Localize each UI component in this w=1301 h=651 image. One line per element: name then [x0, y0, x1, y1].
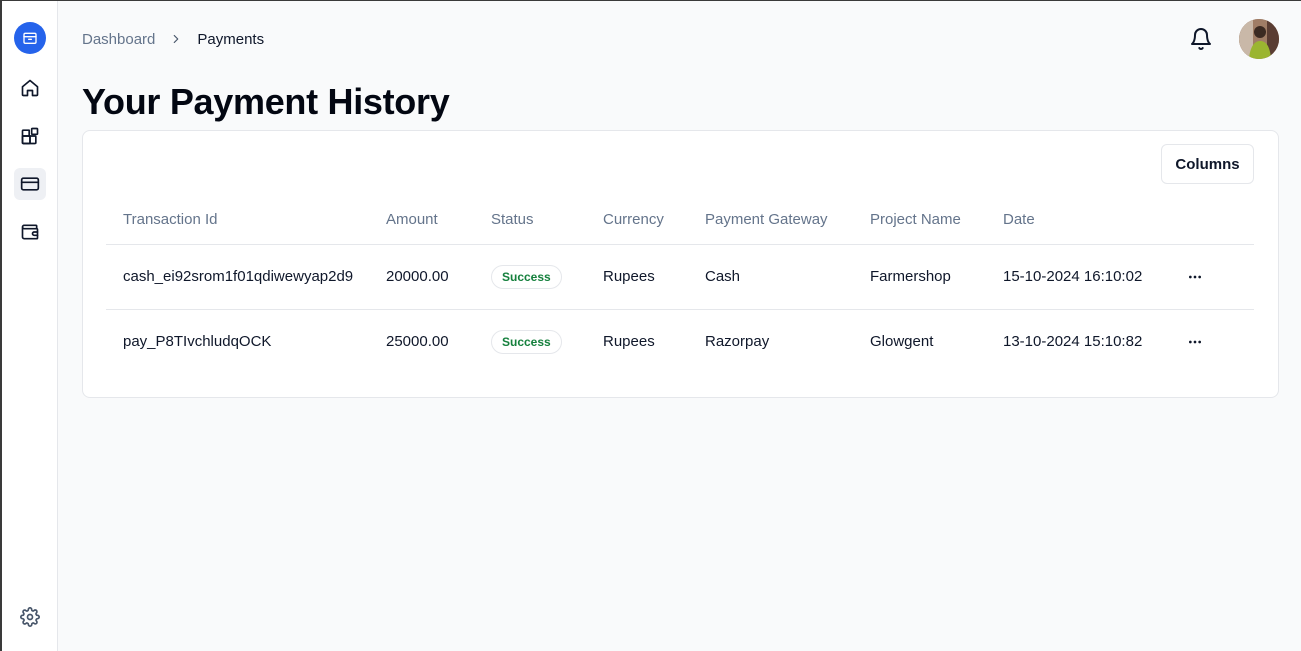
avatar-image	[1239, 19, 1279, 59]
breadcrumb-current: Payments	[197, 30, 265, 48]
user-avatar[interactable]	[1239, 19, 1279, 59]
gear-icon	[19, 607, 40, 627]
cell-status: Success	[491, 244, 603, 310]
column-header-actions	[1183, 195, 1254, 245]
topbar-actions	[1187, 19, 1279, 59]
payments-card: Columns Transaction Id Amount Status Cur…	[82, 130, 1279, 398]
cell-date: 15-10-2024 16:10:02	[1003, 244, 1183, 310]
credit-card-icon	[20, 177, 39, 191]
nav-item-home[interactable]	[14, 72, 46, 104]
cell-transaction-id: cash_ei92srom1f01qdiwewyap2d9	[106, 244, 386, 310]
column-header-project-name[interactable]: Project Name	[870, 195, 1003, 245]
payments-table: Transaction Id Amount Status Currency Pa…	[106, 195, 1254, 374]
brand-logo[interactable]	[13, 22, 46, 54]
row-actions-button[interactable]	[1183, 265, 1207, 289]
column-header-status[interactable]: Status	[491, 195, 603, 245]
nav-item-payments[interactable]	[13, 168, 46, 200]
cell-currency: Rupees	[603, 333, 655, 351]
row-actions-button[interactable]	[1183, 330, 1207, 354]
cell-gateway: Razorpay	[705, 333, 770, 351]
column-header-amount[interactable]: Amount	[386, 195, 491, 245]
chevron-right-icon	[169, 32, 183, 46]
more-horizontal-icon	[1189, 275, 1201, 278]
columns-button[interactable]: Columns	[1161, 144, 1254, 184]
column-header-date[interactable]: Date	[1003, 195, 1183, 245]
more-horizontal-icon	[1189, 340, 1201, 344]
cell-date: 13-10-2024 15:10:82	[1003, 333, 1143, 351]
nav-item-settings[interactable]	[14, 601, 46, 633]
table-header-row: Transaction Id Amount Status Currency Pa…	[106, 195, 1254, 245]
cell-amount: 20000.00	[386, 244, 491, 310]
wallet-icon	[21, 224, 38, 240]
bell-icon	[1191, 28, 1211, 50]
cell-status: Success	[491, 309, 603, 374]
home-icon	[21, 79, 38, 97]
breadcrumb: Dashboard Payments	[82, 31, 264, 48]
top-bar: Dashboard Payments	[58, 1, 1301, 77]
nav-item-projects[interactable]	[14, 120, 46, 152]
cell-amount: 25000.00	[386, 333, 449, 351]
table-row[interactable]: pay_P8TIvchludqOCK 25000.00 Success Rupe…	[106, 309, 1254, 374]
cell-currency: Rupees	[603, 244, 705, 310]
cell-project: Farmershop	[870, 244, 1003, 310]
cell-project: Glowgent	[870, 333, 934, 351]
column-header-currency[interactable]: Currency	[603, 195, 705, 245]
status-badge: Success	[491, 329, 562, 354]
cell-gateway: Cash	[705, 244, 870, 310]
column-header-payment-gateway[interactable]: Payment Gateway	[705, 195, 870, 245]
page-title: Your Payment History	[82, 81, 450, 122]
column-header-transaction-id[interactable]: Transaction Id	[106, 195, 386, 245]
blocks-icon	[21, 127, 38, 145]
main-content: Dashboard Payments Your Payment History …	[58, 1, 1301, 651]
package-icon	[22, 32, 37, 44]
nav-item-wallet[interactable]	[14, 216, 46, 248]
table-row[interactable]: cash_ei92srom1f01qdiwewyap2d9 20000.00 S…	[106, 244, 1254, 310]
breadcrumb-dashboard-link[interactable]: Dashboard	[82, 31, 155, 48]
cell-actions	[1183, 309, 1254, 374]
sidebar	[2, 1, 58, 651]
cell-actions	[1183, 244, 1254, 310]
status-badge: Success	[491, 264, 562, 289]
notifications-button[interactable]	[1187, 25, 1215, 53]
cell-transaction-id: pay_P8TIvchludqOCK	[123, 333, 272, 351]
